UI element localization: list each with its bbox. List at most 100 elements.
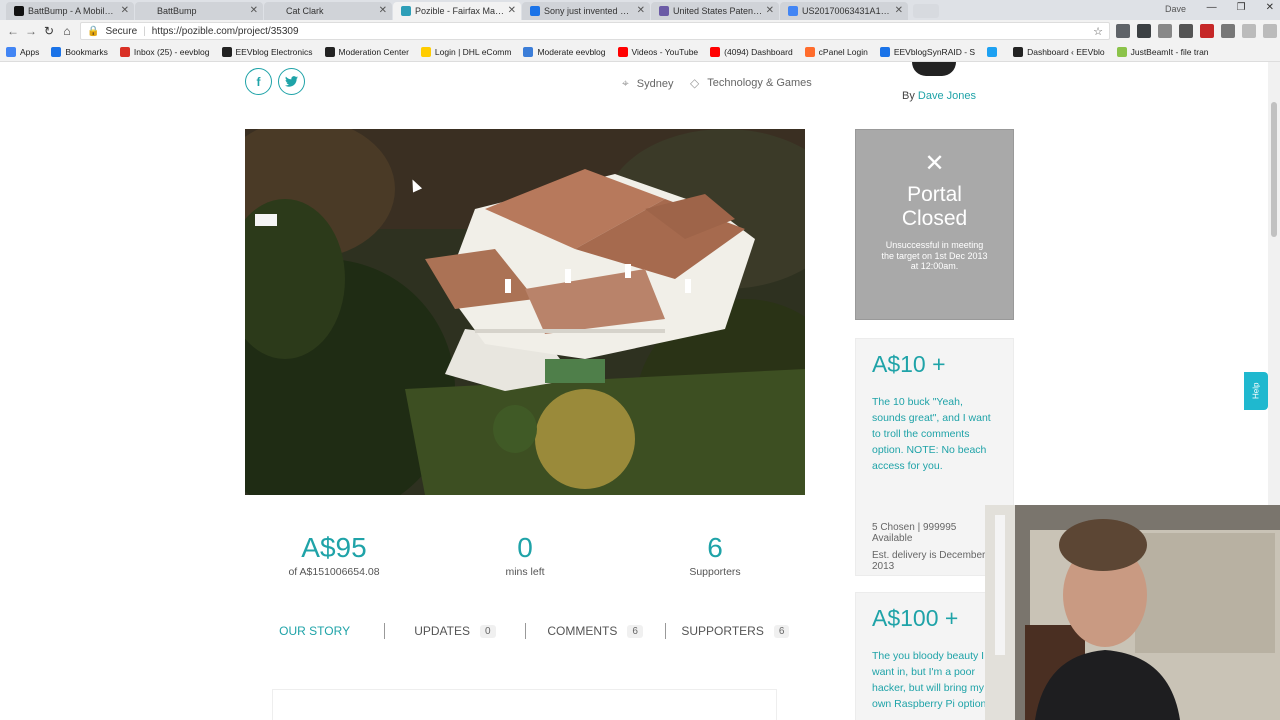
twitter-bird-icon	[285, 76, 298, 87]
mansion-aerial-photo	[245, 129, 805, 495]
bookmarks-bar: Apps Bookmarks Inbox (25) - eevblog EEVb…	[0, 42, 1280, 62]
portal-status-title: Portal Closed	[901, 183, 968, 230]
extension-icon[interactable]	[1137, 24, 1151, 38]
twitter-bookmark-icon	[987, 46, 998, 57]
browser-tab[interactable]: BattBump - A Mobile App ✕	[6, 2, 134, 20]
back-icon[interactable]: ←	[4, 24, 22, 38]
eevblog-icon	[221, 46, 232, 57]
time-left-label: mins left	[505, 566, 545, 578]
close-window-icon[interactable]: ✕	[1266, 2, 1274, 13]
browser-tab[interactable]: BattBump ✕	[135, 2, 263, 20]
supporters-label: Supporters	[689, 566, 741, 578]
bookmark-star-icon[interactable]: ☆	[1093, 25, 1103, 38]
dhl-icon	[420, 46, 431, 57]
facebook-share-icon[interactable]: f	[245, 68, 272, 95]
bookmark-item[interactable]: Apps	[6, 46, 39, 57]
tab-close-icon[interactable]: ✕	[895, 5, 903, 16]
extension-icon[interactable]	[1263, 24, 1277, 38]
tab-favicon-icon	[143, 6, 153, 16]
forward-icon[interactable]: →	[22, 24, 40, 38]
creator-avatar[interactable]	[912, 62, 956, 76]
tab-close-icon[interactable]: ✕	[379, 5, 387, 16]
restore-icon[interactable]: ❐	[1237, 2, 1246, 13]
youtube-icon	[617, 46, 628, 57]
close-x-icon: ✕	[924, 150, 945, 177]
extension-icon[interactable]	[1179, 24, 1193, 38]
home-icon[interactable]: ⌂	[58, 24, 76, 38]
browser-tab[interactable]: Cat Clark ✕	[264, 2, 392, 20]
tab-close-icon[interactable]: ✕	[508, 5, 516, 16]
eevblog-icon	[324, 46, 335, 57]
bookmark-item[interactable]: Dashboard ‹ EEVblo	[1013, 46, 1105, 57]
tab-favicon-icon	[659, 6, 669, 16]
bookmark-item[interactable]: JustBeamIt - file tran	[1116, 46, 1209, 57]
bookmark-item[interactable]: Bookmarks	[51, 46, 108, 57]
browser-tab-strip: BattBump - A Mobile App ✕ BattBump ✕ Cat C…	[0, 0, 1280, 20]
map-pin-icon: ⌖	[622, 76, 629, 90]
justbeamit-icon	[1116, 46, 1127, 57]
portal-status-message: Unsuccessful in meeting the target on 1s…	[881, 240, 988, 271]
browser-tab-active[interactable]: Pozible - Fairfax Mansion✕	[393, 2, 521, 20]
youtube-icon	[710, 46, 721, 57]
tab-favicon-icon	[401, 6, 411, 16]
bookmark-item[interactable]: Moderation Center	[324, 46, 409, 57]
pledged-stat: A$95 of A$151006654.08	[264, 532, 404, 578]
tab-count-badge: 6	[773, 624, 790, 638]
tab-count-badge: 0	[479, 624, 496, 638]
reload-icon[interactable]: ↻	[40, 24, 58, 38]
bookmark-item[interactable]: Videos - YouTube	[617, 46, 698, 57]
profile-name[interactable]: Dave	[1165, 4, 1186, 14]
bookmark-item[interactable]	[987, 46, 1001, 57]
bookmark-item[interactable]: Inbox (25) - eevblog	[119, 46, 210, 57]
bookmark-item[interactable]: (4094) Dashboard	[710, 46, 793, 57]
minimize-icon[interactable]: —	[1207, 2, 1217, 13]
url-text[interactable]: https://pozible.com/project/35309	[152, 26, 299, 37]
time-left-value: 0	[517, 532, 533, 563]
browser-tab[interactable]: Sony just invented a way ✕	[522, 2, 650, 20]
reward-description: The 10 buck "Yeah, sounds great", and I …	[872, 396, 991, 472]
bookmark-item[interactable]: EEVblog Electronics	[221, 46, 313, 57]
webcam-overlay	[985, 505, 1280, 720]
reward-delivery: Est. delivery is December 2013	[872, 550, 986, 572]
story-content-box	[272, 689, 777, 720]
tab-our-story[interactable]: OUR STORY	[245, 624, 384, 638]
time-left-stat: 0 mins left	[455, 532, 595, 578]
bookmark-item[interactable]: Moderate eevblog	[523, 46, 606, 57]
apps-grid-icon	[6, 46, 16, 57]
extension-icon[interactable]	[1158, 24, 1172, 38]
reward-amount: A$10 +	[872, 351, 946, 377]
browser-tab[interactable]: United States Patent App✕	[651, 2, 779, 20]
tab-close-icon[interactable]: ✕	[766, 5, 774, 16]
project-category[interactable]: ◇ Technology & Games	[690, 76, 812, 90]
tab-close-icon[interactable]: ✕	[637, 5, 645, 16]
creator-link[interactable]: Dave Jones	[918, 90, 976, 102]
cpanel-icon	[804, 46, 815, 57]
help-button[interactable]: Help	[1244, 372, 1268, 410]
gmail-icon	[119, 46, 130, 57]
bookmark-item[interactable]: Login | DHL eComm	[420, 46, 511, 57]
portal-closed-panel: ✕ Portal Closed Unsuccessful in meeting …	[855, 129, 1014, 320]
extension-icon[interactable]	[1200, 24, 1214, 38]
bookmark-item[interactable]: EEVblogSynRAID - S	[879, 46, 975, 57]
extension-icon[interactable]	[1242, 24, 1256, 38]
lock-icon: 🔒	[87, 25, 100, 37]
tab-favicon-icon	[788, 6, 798, 16]
reward-availability: 5 Chosen | 999995 Available	[872, 522, 957, 544]
tag-icon: ◇	[690, 76, 700, 90]
extension-icon[interactable]	[1116, 24, 1130, 38]
tab-supporters[interactable]: SUPPORTERS 6	[666, 624, 805, 638]
tab-close-icon[interactable]: ✕	[250, 5, 258, 16]
extension-icon[interactable]	[1221, 24, 1235, 38]
new-tab-button[interactable]	[913, 4, 939, 18]
twitter-share-icon[interactable]	[278, 68, 305, 95]
bookmark-item[interactable]: cPanel Login	[804, 46, 868, 57]
tab-comments[interactable]: COMMENTS 6	[526, 624, 665, 638]
address-bar[interactable]: 🔒 Secure | https://pozible.com/project/3…	[80, 22, 1110, 40]
project-image[interactable]	[245, 129, 805, 495]
tab-close-icon[interactable]: ✕	[121, 5, 129, 16]
browser-tab[interactable]: US20170063431A1 - Co ✕	[780, 2, 908, 20]
tab-updates[interactable]: UPDATES 0	[385, 624, 524, 638]
scrollbar-thumb[interactable]	[1271, 102, 1277, 237]
project-tabs: OUR STORY UPDATES 0 COMMENTS 6 SUPPORTERS 6	[245, 622, 805, 640]
address-toolbar: ← → ↻ ⌂ 🔒 Secure | https://pozible.com/p…	[0, 20, 1280, 42]
